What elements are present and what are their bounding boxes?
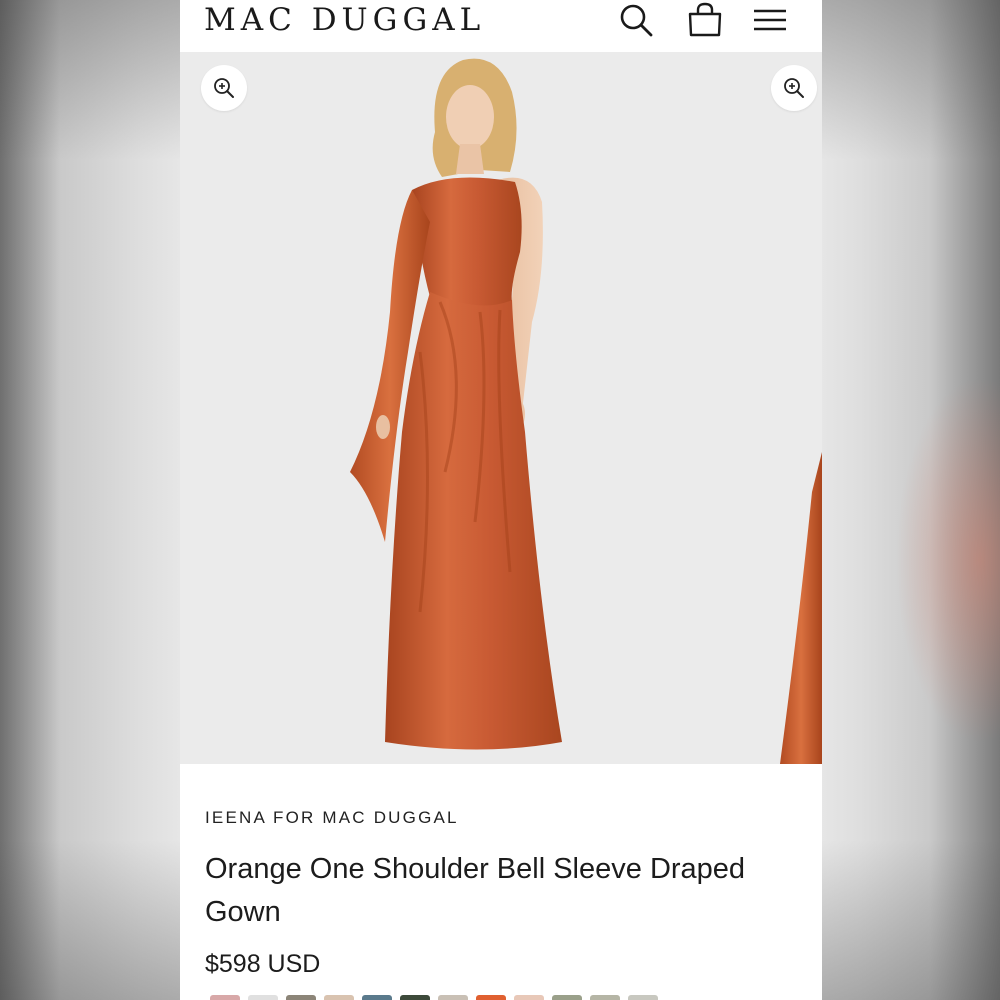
hamburger-menu-icon[interactable] (752, 0, 788, 40)
color-swatch[interactable] (400, 995, 430, 1000)
color-swatch[interactable] (590, 995, 620, 1000)
shopping-bag-icon[interactable] (686, 0, 724, 40)
color-swatch[interactable] (552, 995, 582, 1000)
brand-logo[interactable]: MAC DUGGAL (204, 2, 485, 38)
product-image-gallery[interactable] (180, 52, 822, 764)
mobile-page: MAC DUGGAL IEENA FOR MAC DUGGAL Orange O… (180, 0, 822, 1000)
zoom-in-icon (214, 78, 234, 98)
site-header: MAC DUGGAL (180, 0, 822, 52)
color-swatch[interactable] (514, 995, 544, 1000)
zoom-in-button-right[interactable] (771, 65, 817, 111)
color-swatch[interactable] (248, 995, 278, 1000)
search-icon[interactable] (616, 0, 656, 40)
zoom-in-icon (784, 78, 804, 98)
product-image (350, 58, 822, 764)
color-swatch[interactable] (324, 995, 354, 1000)
zoom-in-button-left[interactable] (201, 65, 247, 111)
color-swatch[interactable] (628, 995, 658, 1000)
color-swatch[interactable] (210, 995, 240, 1000)
product-price: $598 USD (205, 950, 321, 978)
color-swatch[interactable] (476, 995, 506, 1000)
product-info: IEENA FOR MAC DUGGAL Orange One Shoulder… (180, 764, 822, 1000)
color-swatch[interactable] (286, 995, 316, 1000)
color-swatch[interactable] (362, 995, 392, 1000)
product-title: Orange One Shoulder Bell Sleeve Draped G… (205, 853, 746, 928)
product-brand[interactable]: IEENA FOR MAC DUGGAL (205, 808, 459, 828)
color-swatch[interactable] (438, 995, 468, 1000)
